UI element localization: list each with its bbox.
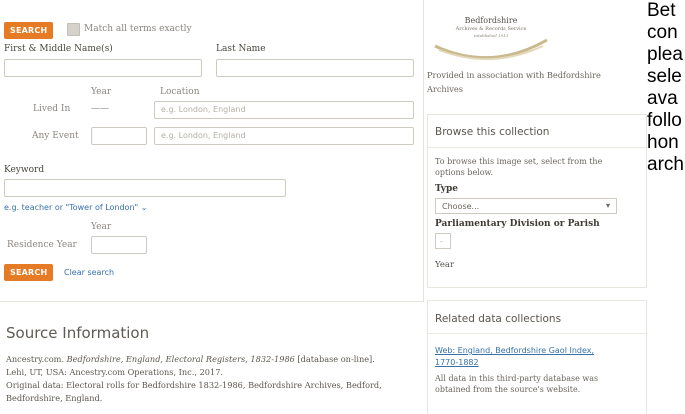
search-form: SEARCH Match all terms exactly First & M… <box>0 0 424 302</box>
clipped-line: follo <box>647 110 682 131</box>
match-all-label: Match all terms exactly <box>84 24 192 34</box>
any-event-location-input[interactable]: e.g. London, England <box>154 127 414 145</box>
keyword-hint-link[interactable]: e.g. teacher or "Tower of London" ⌄ <box>4 203 147 212</box>
lived-in-year: —— <box>91 104 109 114</box>
clear-search-link[interactable]: Clear search <box>64 268 114 277</box>
match-all-checkbox[interactable] <box>67 23 80 36</box>
first-middle-name-input[interactable] <box>4 59 202 77</box>
keyword-label: Keyword <box>4 165 45 175</box>
search-button-top[interactable]: SEARCH <box>4 22 54 39</box>
clipped-line: ava <box>647 88 678 109</box>
division-select[interactable]: - <box>435 233 451 249</box>
any-event-year-input[interactable] <box>91 127 147 145</box>
source-citation: Ancestry.com. Bedfordshire, England, Ele… <box>6 354 382 403</box>
search-button[interactable]: SEARCH <box>4 264 54 281</box>
related-link-gaol-index[interactable]: Web: England, Bedfordshire Gaol Index, 1… <box>435 345 594 369</box>
clipped-line: arch <box>647 154 684 175</box>
related-description: All data in this third-party database wa… <box>435 374 599 394</box>
residence-year-input[interactable] <box>91 236 147 254</box>
division-label: Parliamentary Division or Parish <box>435 219 600 229</box>
location-column-label: Location <box>160 87 200 97</box>
partner-card: Bedfordshire Archives & Records Service … <box>427 6 647 108</box>
lived-in-location-input[interactable]: e.g. London, England <box>154 101 414 119</box>
clipped-line: plea <box>647 44 683 65</box>
browse-year-label: Year <box>435 260 455 270</box>
any-event-label: Any Event <box>32 131 79 141</box>
type-select[interactable]: Choose... ▾ <box>435 198 617 214</box>
clipped-line: con <box>647 22 678 43</box>
lived-in-label: Lived In <box>33 104 71 114</box>
select-arrow-icon: ▾ <box>605 201 610 210</box>
last-name-input[interactable] <box>216 59 414 77</box>
provided-text: Provided in association with Bedfordshir… <box>427 70 601 94</box>
browse-title: Browse this collection <box>435 126 550 138</box>
divider <box>428 333 648 334</box>
last-name-label: Last Name <box>216 44 266 54</box>
browse-intro: To browse this image set, select from th… <box>435 157 603 177</box>
source-information-title: Source Information <box>6 324 150 342</box>
related-title: Related data collections <box>435 313 562 325</box>
clipped-side-text: Bet con plea sele ava follo hon arch <box>647 0 685 414</box>
first-middle-name-label: First & Middle Name(s) <box>4 44 113 54</box>
year-column-label: Year <box>91 87 112 97</box>
divider <box>428 147 648 148</box>
residence-year-column-label: Year <box>91 222 112 232</box>
bedfordshire-archives-logo[interactable]: Bedfordshire Archives & Records Service … <box>431 10 551 64</box>
related-collections-card: Related data collections Web: England, B… <box>427 300 648 414</box>
page: SEARCH Match all terms exactly First & M… <box>0 0 685 414</box>
residence-year-label: Residence Year <box>7 240 77 250</box>
clipped-line: sele <box>647 66 682 87</box>
clipped-line: Bet <box>647 0 676 21</box>
keyword-input[interactable] <box>4 179 286 197</box>
chevron-down-icon: ⌄ <box>140 203 148 212</box>
browse-collection-card: Browse this collection To browse this im… <box>427 114 648 288</box>
type-label: Type <box>435 184 458 194</box>
clipped-line: hon <box>647 132 679 153</box>
